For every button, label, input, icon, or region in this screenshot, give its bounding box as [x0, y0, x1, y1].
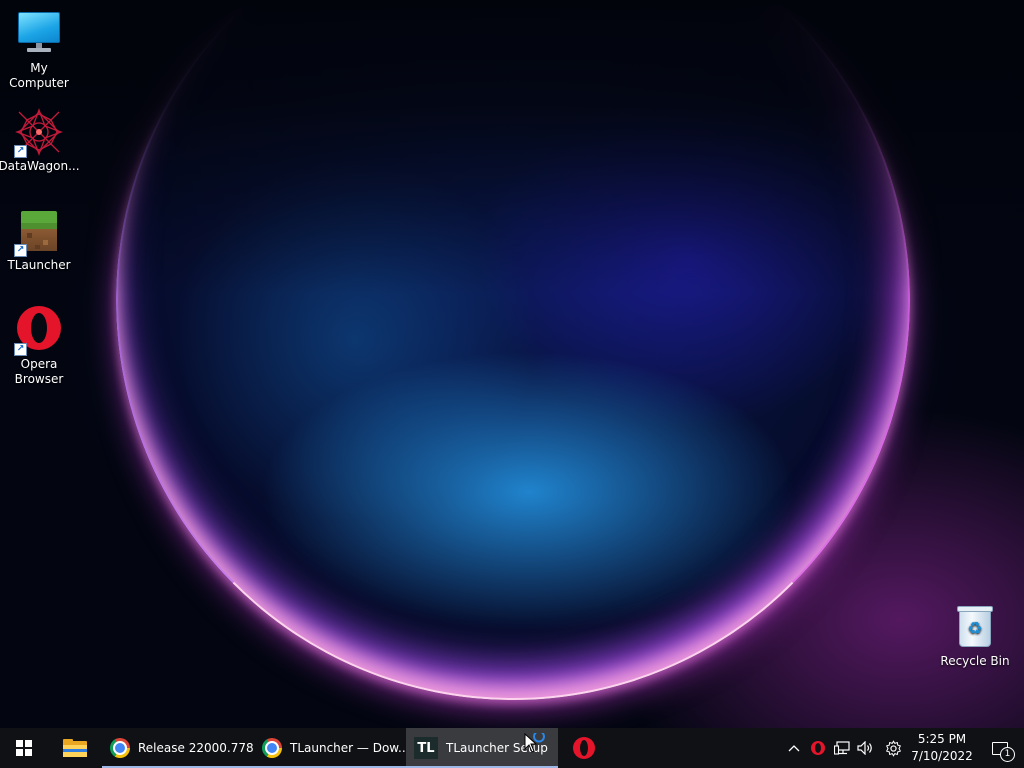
volume-icon[interactable]: [854, 728, 878, 768]
shortcut-arrow-icon: ↗: [14, 343, 27, 356]
desktop-icon-my-computer[interactable]: My Computer: [1, 10, 77, 91]
network-icon[interactable]: [830, 728, 854, 768]
action-center-button[interactable]: 1: [976, 728, 1024, 768]
opera-icon: [573, 737, 595, 759]
folder-icon: [63, 739, 87, 757]
taskbar-clock[interactable]: 5:25 PM 7/10/2022: [908, 731, 976, 765]
shortcut-arrow-icon: ↗: [14, 145, 27, 158]
monitor-icon: [15, 10, 63, 58]
desktop-icon-tlauncher[interactable]: ↗ TLauncher: [1, 207, 77, 273]
wallpaper-shade: [0, 0, 1024, 420]
opera-icon: ↗: [14, 306, 63, 356]
clock-time: 5:25 PM: [917, 732, 967, 746]
desktop-icon-label: Recycle Bin: [940, 654, 1010, 668]
notification-count-badge: 1: [1000, 747, 1015, 762]
taskbar-task-chrome-tlauncher[interactable]: TLauncher — Dow...: [254, 728, 406, 768]
desktop-icon-opera-browser[interactable]: ↗ Opera Browser: [1, 306, 77, 387]
task-label: Release 22000.778.4...: [138, 741, 254, 755]
taskbar: Release 22000.778.4... TLauncher — Dow..…: [0, 728, 1024, 768]
taskbar-task-opera[interactable]: [558, 728, 610, 768]
minecraft-block-icon: ↗: [14, 207, 63, 257]
desktop-icon-label: DataWagon...: [0, 159, 80, 173]
gear-icon[interactable]: [878, 728, 908, 768]
desktop-icon-label: My Computer: [9, 61, 69, 90]
desktop-icon-label: Opera Browser: [14, 357, 64, 386]
desktop-wallpaper: [0, 0, 1024, 728]
tlauncher-icon: TL: [414, 737, 438, 759]
shortcut-arrow-icon: ↗: [14, 244, 27, 257]
recycle-bin-icon: ♻: [951, 603, 999, 651]
desktop-icon-recycle-bin[interactable]: ♻ Recycle Bin: [937, 603, 1013, 669]
desktop-icon-datawagon[interactable]: ↗ DataWagon...: [0, 108, 80, 174]
datawagon-icon: ↗: [14, 108, 63, 158]
opera-tray-icon[interactable]: [806, 728, 830, 768]
mouse-pointer-busy-icon: [524, 733, 545, 753]
windows-logo-icon: [16, 740, 32, 756]
desktop-icon-label: TLauncher: [7, 258, 71, 272]
start-button[interactable]: [0, 728, 48, 768]
show-hidden-icons-chevron-up-icon[interactable]: [782, 728, 806, 768]
chrome-icon: [110, 738, 130, 758]
file-explorer-button[interactable]: [48, 728, 102, 768]
clock-date: 7/10/2022: [911, 749, 973, 763]
chrome-icon: [262, 738, 282, 758]
system-tray: 5:25 PM 7/10/2022 1: [782, 728, 1024, 768]
task-label: TLauncher — Dow...: [290, 741, 406, 755]
taskbar-task-chrome-release[interactable]: Release 22000.778.4...: [102, 728, 254, 768]
